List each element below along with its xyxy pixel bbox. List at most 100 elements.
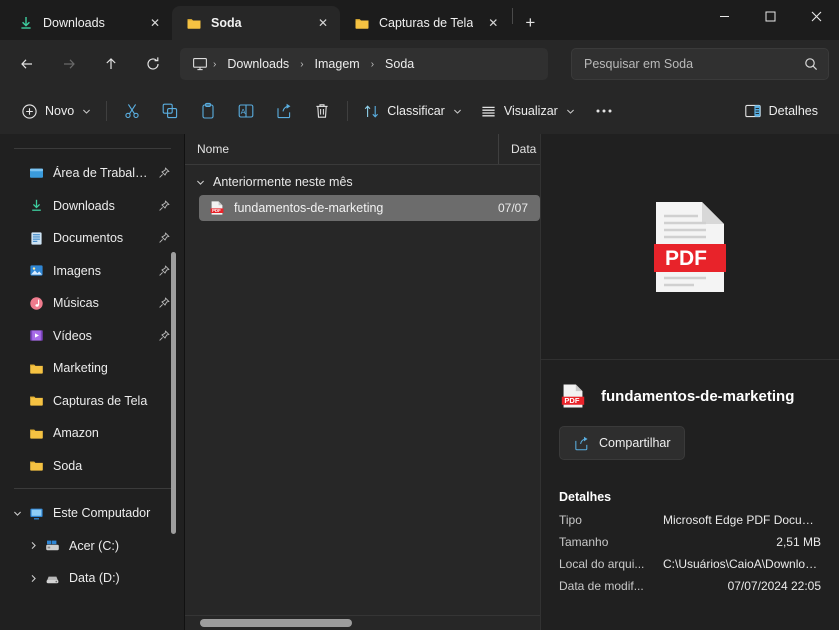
- pin-icon[interactable]: [157, 297, 171, 309]
- monitor-icon[interactable]: [190, 56, 208, 72]
- rename-button[interactable]: A: [227, 95, 265, 127]
- breadcrumb-item-downloads[interactable]: Downloads: [221, 54, 295, 74]
- minimize-button[interactable]: [701, 0, 747, 32]
- detail-value: C:\Usuários\CaioA\Download...: [663, 557, 821, 571]
- sidebar-item-soda[interactable]: Soda: [6, 450, 179, 483]
- sort-button[interactable]: Classificar: [354, 95, 471, 127]
- pin-icon[interactable]: [157, 232, 171, 244]
- sidebar-item-area-de-trabalho[interactable]: Área de Trabalho: [6, 157, 179, 190]
- new-tab-button[interactable]: +: [515, 8, 545, 38]
- sidebar-item-este-computador[interactable]: Este Computador: [6, 497, 179, 530]
- desktop-icon: [28, 165, 44, 181]
- navigation-pane: Área de Trabalho Downloads Documentos Im…: [0, 134, 185, 630]
- view-list-icon: [480, 103, 497, 120]
- column-header-nome[interactable]: Nome: [185, 134, 498, 164]
- paste-icon: [199, 102, 217, 120]
- cut-button[interactable]: [113, 95, 151, 127]
- sidebar-item-acer-c[interactable]: Acer (C:): [6, 530, 179, 563]
- search-icon[interactable]: [804, 57, 818, 71]
- detail-key: Data de modif...: [559, 579, 644, 593]
- sidebar-item-amazon[interactable]: Amazon: [6, 417, 179, 450]
- chevron-right-icon[interactable]: [26, 574, 40, 583]
- search-input[interactable]: [582, 56, 804, 72]
- folder-icon: [186, 15, 202, 31]
- share-button[interactable]: [265, 95, 303, 127]
- chevron-down-icon[interactable]: [195, 178, 205, 187]
- detail-value: 2,51 MB: [776, 535, 821, 549]
- windows-drive-icon: [44, 538, 60, 554]
- folder-icon: [354, 15, 370, 31]
- documents-icon: [28, 230, 44, 246]
- sidebar-item-marketing[interactable]: Marketing: [6, 352, 179, 385]
- view-button[interactable]: Visualizar: [471, 95, 584, 127]
- sidebar-item-label: Músicas: [53, 296, 99, 311]
- up-button[interactable]: [94, 48, 128, 80]
- sidebar-item-capturas-de-tela[interactable]: Capturas de Tela: [6, 385, 179, 418]
- pin-icon[interactable]: [157, 200, 171, 212]
- breadcrumb-item-soda[interactable]: Soda: [379, 54, 420, 74]
- tab-close-icon[interactable]: ✕: [312, 12, 334, 34]
- group-header-anteriormente-neste-mes[interactable]: Anteriormente neste mês: [185, 169, 540, 195]
- tab-downloads[interactable]: Downloads ✕: [4, 6, 172, 40]
- tab-soda[interactable]: Soda ✕: [172, 6, 340, 40]
- file-preview: PDF: [541, 134, 839, 360]
- close-button[interactable]: [793, 0, 839, 32]
- tab-capturas-de-tela[interactable]: Capturas de Tela ✕: [340, 6, 510, 40]
- sidebar-scrollbar[interactable]: [171, 252, 176, 534]
- file-date-cell: 07/07: [498, 201, 529, 215]
- ellipsis-icon: [594, 107, 614, 115]
- pin-icon[interactable]: [157, 330, 171, 342]
- pin-icon[interactable]: [157, 265, 171, 277]
- pin-icon[interactable]: [157, 167, 171, 179]
- scissors-icon: [123, 102, 141, 120]
- column-header-data[interactable]: Data: [498, 134, 540, 164]
- file-name-cell: PDF fundamentos-de-marketing: [199, 200, 498, 216]
- new-button[interactable]: Novo: [12, 95, 100, 127]
- sidebar-item-musicas[interactable]: Músicas: [6, 287, 179, 320]
- breadcrumb-item-imagem[interactable]: Imagem: [309, 54, 366, 74]
- forward-button[interactable]: [52, 48, 86, 80]
- paste-button[interactable]: [189, 95, 227, 127]
- sidebar-divider-bottom: [14, 488, 171, 489]
- sidebar-item-documentos[interactable]: Documentos: [6, 222, 179, 255]
- svg-text:PDF: PDF: [665, 247, 707, 270]
- tab-close-icon[interactable]: ✕: [482, 12, 504, 34]
- breadcrumb[interactable]: › Downloads › Imagem › Soda: [180, 48, 548, 80]
- sidebar-item-downloads[interactable]: Downloads: [6, 190, 179, 223]
- share-button-label: Compartilhar: [599, 436, 671, 450]
- detail-value: Microsoft Edge PDF Document: [663, 513, 821, 527]
- delete-button[interactable]: [303, 95, 341, 127]
- chevron-right-icon[interactable]: [26, 541, 40, 550]
- breadcrumb-separator: ›: [370, 58, 375, 70]
- tab-divider: [512, 7, 514, 24]
- maximize-button[interactable]: [747, 0, 793, 32]
- file-list-horizontal-scrollbar[interactable]: [185, 615, 540, 630]
- back-button[interactable]: [10, 48, 44, 80]
- sidebar-item-label: Área de Trabalho: [53, 166, 148, 181]
- tab-close-icon[interactable]: ✕: [144, 12, 166, 34]
- videos-icon: [28, 328, 44, 344]
- plus-circle-icon: [21, 103, 38, 120]
- refresh-button[interactable]: [136, 48, 170, 80]
- file-name-label: fundamentos-de-marketing: [234, 201, 384, 215]
- drive-icon: [44, 570, 60, 586]
- pdf-file-icon: PDF: [209, 200, 225, 216]
- table-row[interactable]: PDF fundamentos-de-marketing 07/07: [199, 195, 540, 221]
- file-rows: Anteriormente neste mês PDF fundamentos-…: [185, 165, 540, 630]
- share-file-button[interactable]: Compartilhar: [559, 426, 685, 460]
- sidebar-item-data-d[interactable]: Data (D:): [6, 562, 179, 595]
- sidebar-item-videos[interactable]: Vídeos: [6, 320, 179, 353]
- trash-icon: [313, 102, 331, 120]
- detail-value: 07/07/2024 22:05: [727, 579, 821, 593]
- more-options-button[interactable]: [584, 95, 624, 127]
- search-box[interactable]: [571, 48, 829, 80]
- sidebar-item-imagens[interactable]: Imagens: [6, 255, 179, 288]
- tab-label: Soda: [211, 16, 242, 30]
- share-icon: [573, 435, 590, 452]
- chevron-down-icon[interactable]: [10, 509, 24, 518]
- sort-button-label: Classificar: [387, 104, 445, 118]
- scrollbar-thumb[interactable]: [200, 619, 352, 627]
- details-pane-button[interactable]: Detalhes: [735, 95, 827, 127]
- command-divider: [106, 101, 108, 121]
- copy-button[interactable]: [151, 95, 189, 127]
